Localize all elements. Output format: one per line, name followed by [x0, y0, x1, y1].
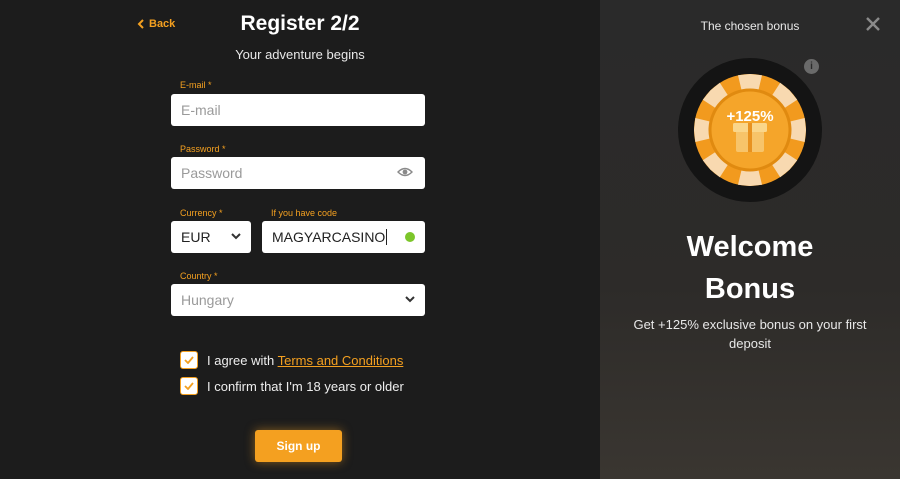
password-field[interactable]: Password	[171, 157, 425, 189]
age-checkbox[interactable]	[180, 377, 198, 395]
password-placeholder: Password	[181, 165, 243, 181]
chip-label: +125%	[726, 108, 773, 125]
currency-label: Currency *	[180, 208, 223, 218]
chevron-down-icon	[231, 233, 241, 240]
checkmark-icon	[184, 356, 194, 364]
bonus-description: Get +125% exclusive bonus on your first …	[633, 317, 867, 351]
terms-prefix: I agree with	[207, 352, 275, 368]
terms-row: I agree with Terms and Conditions	[180, 351, 403, 369]
casino-chip-icon: +125%	[678, 58, 822, 202]
welcome-bonus-heading: Welcome Bonus	[600, 226, 900, 310]
eye-icon[interactable]	[397, 166, 413, 178]
welcome-heading-line2: Bonus	[704, 273, 796, 305]
checkmark-icon	[184, 382, 194, 390]
currency-value: EUR	[181, 229, 211, 245]
close-icon[interactable]	[866, 17, 880, 31]
terms-text: I agree with Terms and Conditions	[207, 353, 403, 368]
bonus-panel: The chosen bonus +125% i Welcome Bonus G…	[600, 0, 900, 479]
email-field[interactable]: E-mail	[171, 94, 425, 126]
email-placeholder: E-mail	[181, 102, 221, 118]
registration-panel: Back Register 2/2 Your adventure begins …	[0, 0, 600, 479]
age-row: I confirm that I'm 18 years or older	[180, 377, 404, 395]
check-circle-icon	[405, 232, 415, 242]
welcome-heading-line1: Welcome	[686, 231, 814, 263]
chevron-down-icon	[405, 296, 415, 303]
sign-up-button[interactable]: Sign up	[255, 430, 342, 462]
info-icon[interactable]: i	[804, 59, 819, 74]
email-label: E-mail *	[180, 80, 212, 90]
page-subtitle: Your adventure begins	[235, 47, 365, 62]
text-caret	[386, 229, 388, 245]
terms-link[interactable]: Terms and Conditions	[278, 353, 404, 368]
code-label: If you have code	[271, 208, 338, 218]
country-value: Hungary	[181, 292, 234, 308]
promo-code-value: MAGYARCASINO	[272, 229, 386, 245]
terms-checkbox[interactable]	[180, 351, 198, 369]
currency-select[interactable]: EUR	[171, 221, 251, 253]
bonus-panel-title: The chosen bonus	[700, 19, 800, 33]
password-label: Password *	[180, 144, 226, 154]
country-label: Country *	[180, 271, 218, 281]
page-title: Register 2/2	[240, 12, 360, 35]
country-select[interactable]: Hungary	[171, 284, 425, 316]
promo-code-field[interactable]: MAGYARCASINO	[262, 221, 425, 253]
age-text: I confirm that I'm 18 years or older	[207, 378, 404, 394]
